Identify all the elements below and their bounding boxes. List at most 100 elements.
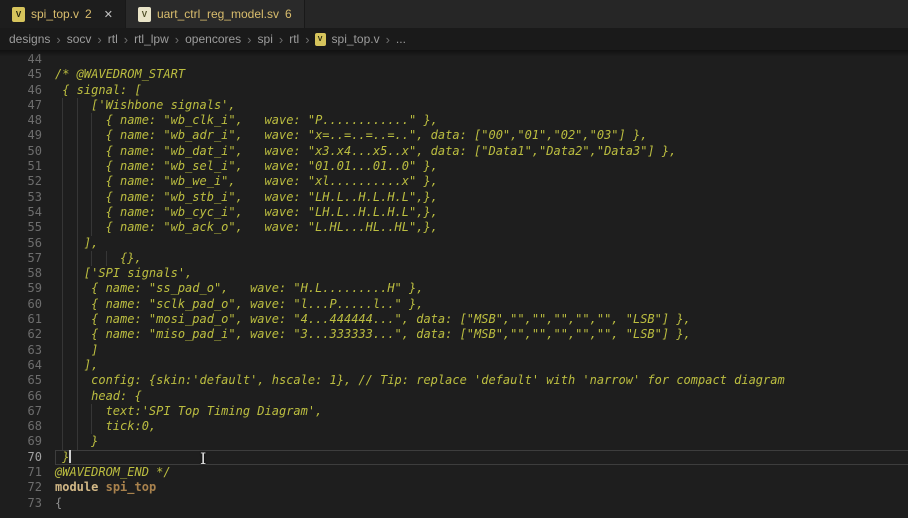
- code-line-content[interactable]: config: {skin:'default', hscale: 1}, // …: [55, 373, 908, 388]
- code-line-content[interactable]: { name: "miso_pad_i", wave: "3...333333.…: [55, 327, 908, 342]
- code-line-51[interactable]: 51 { name: "wb_sel_i", wave: "01.01...01…: [0, 159, 908, 174]
- code-line-58[interactable]: 58 ['SPI signals',: [0, 266, 908, 281]
- code-line-48[interactable]: 48 { name: "wb_clk_i", wave: "P.........…: [0, 113, 908, 128]
- code-line-52[interactable]: 52 { name: "wb_we_i", wave: "xl.........…: [0, 174, 908, 189]
- breadcrumb-item-rtl[interactable]: rtl: [107, 32, 119, 46]
- code-line-49[interactable]: 49 { name: "wb_adr_i", wave: "x=..=..=..…: [0, 128, 908, 143]
- breadcrumb-item-more[interactable]: ...: [395, 32, 407, 46]
- code-line-59[interactable]: 59 { name: "ss_pad_o", wave: "H.L.......…: [0, 281, 908, 296]
- indent-guide: [62, 174, 63, 189]
- code-line-45[interactable]: 45/* @WAVEDROM_START: [0, 67, 908, 82]
- code-line-61[interactable]: 61 { name: "mosi_pad_o", wave: "4...4444…: [0, 312, 908, 327]
- token-plain: [98, 480, 105, 494]
- code-line-57[interactable]: 57 {},: [0, 251, 908, 266]
- token-modname: spi_top: [106, 480, 157, 494]
- tab-spi-top[interactable]: V spi_top.v 2 ✕: [0, 0, 126, 28]
- code-line-content[interactable]: { name: "wb_cyc_i", wave: "LH.L..H.L.H.L…: [55, 205, 908, 220]
- code-line-content[interactable]: /* @WAVEDROM_START: [55, 67, 908, 82]
- line-number: 49: [0, 128, 55, 143]
- code-line-55[interactable]: 55 { name: "wb_ack_o", wave: "L.HL...HL.…: [0, 220, 908, 235]
- code-line-content[interactable]: { name: "wb_clk_i", wave: "P............…: [55, 113, 908, 128]
- code-line-content[interactable]: {},: [55, 251, 908, 266]
- token-comment: text:'SPI Top Timing Diagram',: [55, 404, 322, 418]
- indent-guide: [77, 144, 78, 159]
- indent-guide: [62, 205, 63, 220]
- code-line-content[interactable]: { name: "ss_pad_o", wave: "H.L.........H…: [55, 281, 908, 296]
- code-line-content[interactable]: ['SPI signals',: [55, 266, 908, 281]
- code-line-content[interactable]: ],: [55, 358, 908, 373]
- code-line-71[interactable]: 71@WAVEDROM_END */: [0, 465, 908, 480]
- breadcrumb-item-spi[interactable]: spi: [257, 32, 274, 46]
- code-line-62[interactable]: 62 { name: "miso_pad_i", wave: "3...3333…: [0, 327, 908, 342]
- code-line-69[interactable]: 69 }: [0, 434, 908, 449]
- code-line-66[interactable]: 66 head: {: [0, 389, 908, 404]
- code-line-73[interactable]: 73{: [0, 496, 908, 511]
- line-number: 60: [0, 297, 55, 312]
- chevron-right-icon: ›: [97, 32, 101, 47]
- token-comment: }: [55, 450, 69, 464]
- code-line-50[interactable]: 50 { name: "wb_dat_i", wave: "x3.x4...x5…: [0, 144, 908, 159]
- line-number: 54: [0, 205, 55, 220]
- code-line-content[interactable]: { name: "wb_adr_i", wave: "x=..=..=..=..…: [55, 128, 908, 143]
- code-line-67[interactable]: 67 text:'SPI Top Timing Diagram',: [0, 404, 908, 419]
- code-line-54[interactable]: 54 { name: "wb_cyc_i", wave: "LH.L..H.L.…: [0, 205, 908, 220]
- code-line-65[interactable]: 65 config: {skin:'default', hscale: 1}, …: [0, 373, 908, 388]
- breadcrumb-item-socv[interactable]: socv: [66, 32, 93, 46]
- code-line-content[interactable]: { name: "mosi_pad_o", wave: "4...444444.…: [55, 312, 908, 327]
- code-line-content[interactable]: }: [55, 450, 908, 465]
- code-line-content[interactable]: { signal: [: [55, 83, 908, 98]
- token-comment: { name: "sclk_pad_o", wave: "l...P.....l…: [55, 297, 423, 311]
- code-line-46[interactable]: 46 { signal: [: [0, 83, 908, 98]
- code-line-content[interactable]: @WAVEDROM_END */: [55, 465, 908, 480]
- code-line-content[interactable]: { name: "wb_dat_i", wave: "x3.x4...x5..x…: [55, 144, 908, 159]
- code-line-content[interactable]: { name: "wb_stb_i", wave: "LH.L..H.L.H.L…: [55, 190, 908, 205]
- code-line-content[interactable]: { name: "sclk_pad_o", wave: "l...P.....l…: [55, 297, 908, 312]
- code-line-content[interactable]: module spi_top: [55, 480, 908, 495]
- breadcrumb-item-designs[interactable]: designs: [8, 32, 51, 46]
- token-comment: { name: "miso_pad_i", wave: "3...333333.…: [55, 327, 691, 341]
- close-icon[interactable]: ✕: [104, 8, 113, 21]
- code-line-64[interactable]: 64 ],: [0, 358, 908, 373]
- breadcrumb-item-rtl2[interactable]: rtl: [288, 32, 300, 46]
- indent-guide: [77, 174, 78, 189]
- code-line-content[interactable]: { name: "wb_ack_o", wave: "L.HL...HL..HL…: [55, 220, 908, 235]
- code-line-content[interactable]: head: {: [55, 389, 908, 404]
- indent-guide: [106, 251, 107, 266]
- code-editor[interactable]: 4445/* @WAVEDROM_START46 { signal: [47 […: [0, 50, 908, 518]
- breadcrumb-file-icon: V: [315, 33, 326, 46]
- code-line-content[interactable]: {: [55, 496, 908, 511]
- code-line-70[interactable]: 70 }: [0, 450, 908, 465]
- code-line-content[interactable]: text:'SPI Top Timing Diagram',: [55, 404, 908, 419]
- breadcrumb-item-opencores[interactable]: opencores: [184, 32, 242, 46]
- code-line-content[interactable]: { name: "wb_sel_i", wave: "01.01...01..0…: [55, 159, 908, 174]
- token-comment: /* @WAVEDROM_START: [55, 67, 185, 81]
- code-line-content[interactable]: tick:0,: [55, 419, 908, 434]
- code-line-68[interactable]: 68 tick:0,: [0, 419, 908, 434]
- line-number: 63: [0, 343, 55, 358]
- breadcrumb-item-file[interactable]: spi_top.v: [331, 32, 381, 46]
- code-line-56[interactable]: 56 ],: [0, 236, 908, 251]
- code-line-content[interactable]: ],: [55, 236, 908, 251]
- code-line-60[interactable]: 60 { name: "sclk_pad_o", wave: "l...P...…: [0, 297, 908, 312]
- indent-guide: [77, 297, 78, 312]
- token-comment: head: {: [55, 389, 142, 403]
- code-line-47[interactable]: 47 ['Wishbone signals',: [0, 98, 908, 113]
- breadcrumb-item-rtl-lpw[interactable]: rtl_lpw: [133, 32, 170, 46]
- code-line-content[interactable]: ['Wishbone signals',: [55, 98, 908, 113]
- code-line-63[interactable]: 63 ]: [0, 343, 908, 358]
- code-line-content[interactable]: { name: "wb_we_i", wave: "xl..........x"…: [55, 174, 908, 189]
- code-line-53[interactable]: 53 { name: "wb_stb_i", wave: "LH.L..H.L.…: [0, 190, 908, 205]
- code-line-72[interactable]: 72module spi_top: [0, 480, 908, 495]
- indent-guide: [62, 312, 63, 327]
- code-line-content[interactable]: ]: [55, 343, 908, 358]
- indent-guide: [77, 128, 78, 143]
- tab-uart-ctrl-reg-model[interactable]: V uart_ctrl_reg_model.sv 6: [126, 0, 305, 28]
- line-number: 46: [0, 83, 55, 98]
- code-line-content[interactable]: }: [55, 434, 908, 449]
- indent-guide: [77, 190, 78, 205]
- verilog-file-icon: V: [12, 7, 25, 22]
- indent-guide: [62, 251, 63, 266]
- indent-guide: [62, 128, 63, 143]
- line-number: 61: [0, 312, 55, 327]
- indent-guide: [62, 266, 63, 281]
